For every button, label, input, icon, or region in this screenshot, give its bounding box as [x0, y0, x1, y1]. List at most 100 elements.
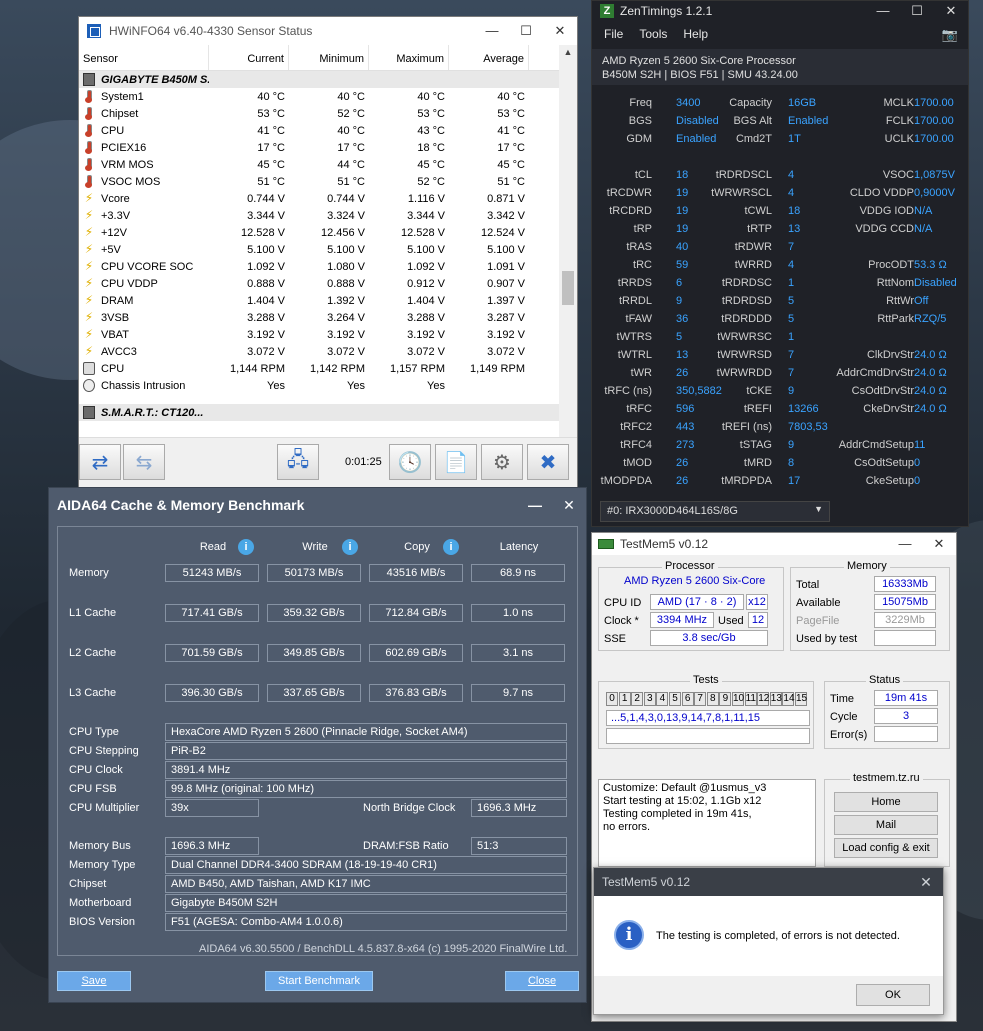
sensor-cur-cell: 5.100 V	[247, 243, 285, 256]
aida64-titlebar[interactable]: AIDA64 Cache & Memory Benchmark — ✕	[49, 488, 586, 522]
sensor-group-row[interactable]: S.M.A.R.T.: CT120...	[79, 404, 561, 421]
col-average[interactable]: Average	[449, 45, 529, 70]
sensor-max-cell: 0.912 V	[407, 277, 445, 290]
vertical-scrollbar[interactable]: ▲ ▼	[559, 45, 577, 447]
table-row[interactable]: PCIEX16 17 °C 17 °C 18 °C 17 °C	[79, 139, 561, 156]
close-button[interactable]: ✕	[543, 23, 577, 39]
close-button[interactable]: ✕	[922, 536, 956, 552]
minimize-button[interactable]: —	[866, 3, 900, 19]
start-benchmark-button[interactable]: Start Benchmark	[265, 971, 373, 991]
close-button[interactable]: ✕	[909, 874, 943, 891]
completion-dialog[interactable]: TestMem5 v0.12 ✕ i The testing is comple…	[593, 867, 944, 1015]
close-button[interactable]: ✕	[934, 3, 968, 19]
table-row[interactable]: ⚡ AVCC3 3.072 V 3.072 V 3.072 V 3.072 V	[79, 343, 561, 360]
used-threads-value: 12	[748, 612, 768, 628]
timing-value: 9	[788, 385, 795, 397]
scroll-up-icon[interactable]: ▲	[559, 47, 577, 57]
menu-bar: File Tools Help	[592, 21, 968, 47]
minimize-button[interactable]: —	[475, 23, 509, 39]
mail-button[interactable]: Mail	[834, 815, 938, 835]
timing-value: 1T	[788, 133, 801, 145]
minimize-button[interactable]: —	[888, 536, 922, 552]
testmem5-titlebar[interactable]: TestMem5 v0.12 — ✕	[592, 533, 956, 555]
table-row[interactable]: ⚡ +5V 5.100 V 5.100 V 5.100 V 5.100 V	[79, 241, 561, 258]
read-info-icon[interactable]: i	[238, 539, 254, 555]
zentimings-titlebar[interactable]: Z ZenTimings 1.2.1 — ☐ ✕	[592, 1, 968, 21]
chip-icon	[83, 73, 95, 86]
copy-info-icon[interactable]: i	[443, 539, 459, 555]
col-current[interactable]: Current	[209, 45, 289, 70]
table-row[interactable]: ⚡ DRAM 1.404 V 1.392 V 1.404 V 1.397 V	[79, 292, 561, 309]
zentimings-window[interactable]: Z ZenTimings 1.2.1 — ☐ ✕ File Tools Help…	[591, 0, 969, 527]
table-row[interactable]: ⚡ VBAT 3.192 V 3.192 V 3.192 V 3.192 V	[79, 326, 561, 343]
errors-value	[874, 726, 938, 742]
scrollbar-thumb[interactable]	[562, 271, 574, 305]
load-config-exit-button[interactable]: Load config & exit	[834, 838, 938, 858]
timing-value: N/A	[914, 223, 933, 235]
table-row[interactable]: ⚡ CPU VCORE SOC 1.092 V 1.080 V 1.092 V 1.091…	[79, 258, 561, 275]
table-row[interactable]: VSOC MOS 51 °C 51 °C 52 °C 51 °C	[79, 173, 561, 190]
hwinfo-window[interactable]: HWiNFO64 v6.40-4330 Sensor Status — ☐ ✕ …	[78, 16, 578, 488]
close-button[interactable]: ✕	[552, 497, 586, 514]
screenshot-camera-icon[interactable]: 📷	[942, 27, 958, 43]
timing-label: RttPark	[877, 313, 914, 325]
table-row[interactable]: CPU 41 °C 40 °C 43 °C 41 °C	[79, 122, 561, 139]
sensor-name: Chipset	[101, 107, 139, 120]
cpu-type-value: HexaCore AMD Ryzen 5 2600 (Pinnacle Ridg…	[165, 723, 567, 741]
home-button[interactable]: Home	[834, 792, 938, 812]
add-report-button[interactable]: 📄	[435, 444, 477, 480]
sensor-group-row[interactable]: GIGABYTE B450M S...	[79, 71, 561, 88]
bench-result-field: 712.84 GB/s	[369, 604, 463, 622]
col-minimum[interactable]: Minimum	[289, 45, 369, 70]
network-button[interactable]: 🖧	[277, 444, 319, 480]
hwinfo-titlebar[interactable]: HWiNFO64 v6.40-4330 Sensor Status — ☐ ✕	[79, 17, 577, 45]
save-button[interactable]: Save	[57, 971, 131, 991]
menu-file[interactable]: File	[604, 27, 623, 41]
timing-value: 1,0875V	[914, 169, 955, 181]
table-row[interactable]: Chipset 53 °C 52 °C 53 °C 53 °C	[79, 105, 561, 122]
table-row[interactable]: CPU 1,144 RPM 1,142 RPM 1,157 RPM 1,149 RPM	[79, 360, 561, 377]
sensor-max-cell: 1.116 V	[407, 192, 445, 205]
dialog-titlebar[interactable]: TestMem5 v0.12 ✕	[594, 868, 943, 896]
sensor-cur-cell: 53 °C	[257, 107, 285, 120]
table-row[interactable]: ⚡ Vcore 0.744 V 0.744 V 1.116 V 0.871 V	[79, 190, 561, 207]
timing-label: CkeSetup	[865, 475, 914, 487]
table-row[interactable]: ⚡ 3VSB 3.288 V 3.264 V 3.288 V 3.287 V	[79, 309, 561, 326]
dialog-message: The testing is completed, of errors is n…	[656, 930, 900, 942]
aida64-window[interactable]: AIDA64 Cache & Memory Benchmark — ✕ Read…	[48, 487, 587, 1003]
minimize-button[interactable]: —	[518, 497, 552, 514]
sensor-table[interactable]: Sensor Current Minimum Maximum Average G…	[79, 45, 561, 447]
write-info-icon[interactable]: i	[342, 539, 358, 555]
sensor-min-cell: 51 °C	[337, 175, 365, 188]
arrows-collapse-button[interactable]: ⇆	[123, 444, 165, 480]
ok-button[interactable]: OK	[856, 984, 930, 1006]
table-row[interactable]: VRM MOS 45 °C 44 °C 45 °C 45 °C	[79, 156, 561, 173]
menu-tools[interactable]: Tools	[639, 27, 667, 41]
col-maximum[interactable]: Maximum	[369, 45, 449, 70]
dimm-selector[interactable]: #0: IRX3000D464L16S/8G ▼	[600, 501, 830, 522]
test-number-cell: 5	[669, 692, 681, 706]
cpu-multiplier-value: 39x	[165, 799, 259, 817]
timing-label: BGS	[628, 115, 652, 127]
table-row[interactable]: System1 40 °C 40 °C 40 °C 40 °C	[79, 88, 561, 105]
arrows-expand-button[interactable]: ⇄	[79, 444, 121, 480]
thermometer-icon	[83, 141, 95, 154]
close-dialog-button[interactable]: Close	[505, 971, 579, 991]
table-row[interactable]: Chassis Intrusion Yes Yes Yes	[79, 377, 561, 394]
maximize-button[interactable]: ☐	[900, 3, 934, 19]
clock-label: Clock *	[604, 615, 639, 627]
menu-help[interactable]: Help	[683, 27, 708, 41]
table-row[interactable]: ⚡ +3.3V 3.344 V 3.324 V 3.344 V 3.342 V	[79, 207, 561, 224]
table-row[interactable]: ⚡ +12V 12.528 V 12.456 V 12.528 V 12.524 V	[79, 224, 561, 241]
maximize-button[interactable]: ☐	[509, 23, 543, 39]
table-row[interactable]: ⚡ CPU VDDP 0.888 V 0.888 V 0.912 V 0.907 V	[79, 275, 561, 292]
test-log[interactable]: Customize: Default @1usmus_v3 Start test…	[598, 779, 816, 867]
col-sensor[interactable]: Sensor	[79, 45, 209, 70]
double-arrow-icon: ⇄	[91, 451, 109, 474]
timing-label: tMRDPDA	[721, 475, 772, 487]
settings-button[interactable]: ⚙	[481, 444, 523, 480]
timing-value: 7	[788, 349, 795, 361]
clock-button[interactable]: 🕓	[389, 444, 431, 480]
header-read: Read	[199, 541, 227, 553]
exit-button[interactable]: ✖	[527, 444, 569, 480]
